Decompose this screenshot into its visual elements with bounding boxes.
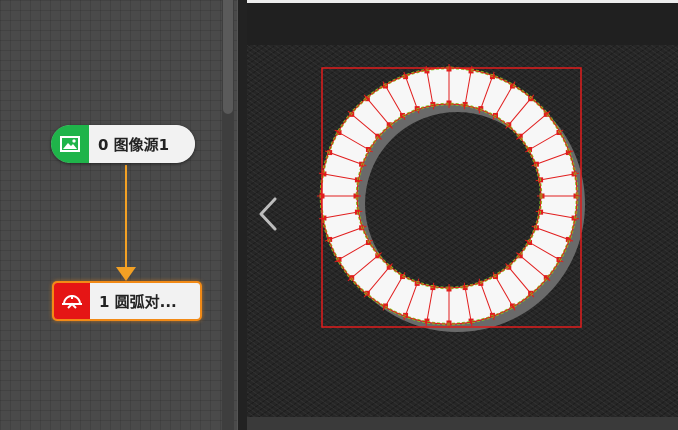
ring-object (321, 68, 577, 324)
flow-node-label: 0 图像源1 (89, 125, 195, 163)
flow-node-arc-caliper[interactable]: 1 圆弧对... (52, 281, 202, 321)
image-icon (51, 125, 89, 163)
panel-splitter[interactable] (237, 0, 247, 430)
flow-scrollbar-thumb[interactable] (223, 0, 233, 114)
flow-node-label: 1 圆弧对... (90, 283, 189, 319)
flow-connector (125, 165, 127, 269)
flow-scrollbar[interactable] (222, 0, 234, 430)
arc-caliper-icon (54, 283, 90, 319)
flow-node-image-source[interactable]: 0 图像源1 (51, 125, 195, 163)
flow-connector-arrow (116, 267, 136, 281)
chevron-left-icon[interactable] (255, 196, 283, 232)
flow-canvas[interactable]: 0 图像源1 1 圆弧对... (0, 0, 237, 430)
fit-circle-inner (355, 102, 543, 290)
image-viewer[interactable] (247, 0, 678, 430)
detection-overlay (317, 64, 585, 332)
